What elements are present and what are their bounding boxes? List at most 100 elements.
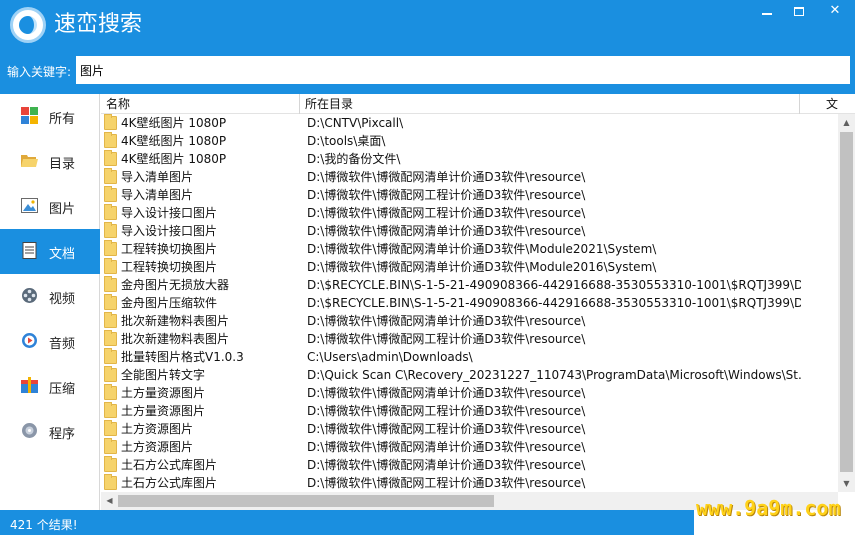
sidebar-item-documents[interactable]: 文档 xyxy=(0,229,100,274)
table-row[interactable]: 土方资源图片 D:\博微软件\博微配网工程计价通D3软件\resource\ xyxy=(101,420,838,438)
row-name: 金舟图片无损放大器 xyxy=(121,278,230,292)
sidebar-item-all[interactable]: 所有 xyxy=(0,94,100,139)
table-row[interactable]: 导入设计接口图片 D:\博微软件\博微配网工程计价通D3软件\resource\ xyxy=(101,204,838,222)
folder-icon xyxy=(104,168,117,184)
sidebar-item-label: 图片 xyxy=(49,202,76,217)
row-path: D:\$RECYCLE.BIN\S-1-5-21-490908366-44291… xyxy=(307,278,801,292)
row-name: 4K壁纸图片 1080P xyxy=(121,116,227,130)
folder-icon xyxy=(104,276,117,292)
scroll-down-icon[interactable]: ▼ xyxy=(838,475,855,492)
audio-play-icon xyxy=(22,333,37,348)
row-path: D:\博微软件\博微配网清单计价通D3软件\resource\ xyxy=(307,224,586,238)
folder-icon xyxy=(104,132,117,148)
row-path: D:\博微软件\博微配网清单计价通D3软件\resource\ xyxy=(307,440,586,454)
row-name: 导入设计接口图片 xyxy=(121,206,218,220)
folder-icon xyxy=(104,312,117,328)
row-name: 4K壁纸图片 1080P xyxy=(121,152,227,166)
table-row[interactable]: 金舟图片无损放大器 D:\$RECYCLE.BIN\S-1-5-21-490908… xyxy=(101,276,838,294)
table-row[interactable]: 工程转换切换图片 D:\博微软件\博微配网清单计价通D3软件\Module2016… xyxy=(101,258,838,276)
table-row[interactable]: 土方资源图片 D:\博微软件\博微配网清单计价通D3软件\resource\ xyxy=(101,438,838,456)
table-row[interactable]: 土石方公式库图片 D:\博微软件\博微配网工程计价通D3软件\resource\ xyxy=(101,474,838,492)
row-path: D:\博微软件\博微配网工程计价通D3软件\resource\ xyxy=(307,476,586,490)
maximize-button[interactable] xyxy=(784,0,814,24)
folder-icon xyxy=(104,240,117,256)
sidebar-item-archives[interactable]: 压缩 xyxy=(0,364,100,409)
grid-icon xyxy=(21,107,38,124)
title-bar: 速峦搜索 ✕ xyxy=(0,0,855,50)
sidebar-item-folders[interactable]: 目录 xyxy=(0,139,100,184)
sidebar-item-label: 程序 xyxy=(49,427,76,442)
sidebar-item-label: 文档 xyxy=(49,247,76,262)
column-header-type[interactable]: 文 xyxy=(800,94,855,114)
search-input[interactable] xyxy=(76,56,850,84)
folder-icon xyxy=(104,474,117,490)
row-name: 批次新建物料表图片 xyxy=(121,314,230,328)
table-row[interactable]: 土方量资源图片 D:\博微软件\博微配网工程计价通D3软件\resource\ xyxy=(101,402,838,420)
sidebar-item-label: 所有 xyxy=(49,112,76,127)
sidebar-item-video[interactable]: 视频 xyxy=(0,274,100,319)
table-row[interactable]: 工程转换切换图片 D:\博微软件\博微配网清单计价通D3软件\Module2021… xyxy=(101,240,838,258)
vertical-scroll-thumb[interactable] xyxy=(840,132,853,472)
sidebar-item-label: 目录 xyxy=(49,157,76,172)
horizontal-scroll-thumb[interactable] xyxy=(118,495,494,507)
table-row[interactable]: 4K壁纸图片 1080P D:\我的备份文件\ xyxy=(101,150,838,168)
table-row[interactable]: 导入清单图片 D:\博微软件\博微配网工程计价通D3软件\resource\ xyxy=(101,186,838,204)
sidebar-item-label: 音频 xyxy=(49,337,76,352)
folder-icon xyxy=(104,366,117,382)
table-row[interactable]: 土石方公式库图片 D:\博微软件\博微配网清单计价通D3软件\resource\ xyxy=(101,456,838,474)
row-path: D:\博微软件\博微配网清单计价通D3软件\resource\ xyxy=(307,170,586,184)
row-name: 导入清单图片 xyxy=(121,170,194,184)
column-header-name[interactable]: 名称 xyxy=(101,94,300,114)
sidebar-item-images[interactable]: 图片 xyxy=(0,184,100,229)
column-header-path[interactable]: 所在目录 xyxy=(300,94,800,114)
row-path: C:\Users\admin\Downloads\ xyxy=(307,350,473,364)
table-row[interactable]: 导入清单图片 D:\博微软件\博微配网清单计价通D3软件\resource\ xyxy=(101,168,838,186)
row-name: 工程转换切换图片 xyxy=(121,242,218,256)
program-disc-icon xyxy=(22,423,37,438)
sidebar-item-label: 视频 xyxy=(49,292,76,307)
scroll-up-icon[interactable]: ▲ xyxy=(838,114,855,131)
table-row[interactable]: 4K壁纸图片 1080P D:\CNTV\Pixcall\ xyxy=(101,114,838,132)
folder-icon xyxy=(104,114,117,130)
row-name: 导入设计接口图片 xyxy=(121,224,218,238)
category-sidebar: 所有 目录 图片 文档 视频 音频 压缩 程序 xyxy=(0,94,100,510)
folder-icon xyxy=(104,150,117,166)
folder-open-icon xyxy=(21,155,38,167)
row-name: 土方量资源图片 xyxy=(121,404,206,418)
table-row[interactable]: 全能图片转文字 D:\Quick Scan C\Recovery_20231227… xyxy=(101,366,838,384)
folder-icon xyxy=(104,402,117,418)
row-path: D:\CNTV\Pixcall\ xyxy=(307,116,404,130)
row-name: 批量转图片格式V1.0.3 xyxy=(121,350,244,364)
row-path: D:\我的备份文件\ xyxy=(307,152,401,166)
folder-icon xyxy=(104,330,117,346)
folder-icon xyxy=(104,258,117,274)
table-row[interactable]: 导入设计接口图片 D:\博微软件\博微配网清单计价通D3软件\resource\ xyxy=(101,222,838,240)
status-bar: 421 个结果! xyxy=(0,510,694,535)
table-body: 4K壁纸图片 1080P D:\CNTV\Pixcall\ 4K壁纸图片 1080P… xyxy=(101,114,838,492)
table-row[interactable]: 土方量资源图片 D:\博微软件\博微配网清单计价通D3软件\resource\ xyxy=(101,384,838,402)
row-name: 土石方公式库图片 xyxy=(121,458,218,472)
table-row[interactable]: 批次新建物料表图片 D:\博微软件\博微配网清单计价通D3软件\resource\ xyxy=(101,312,838,330)
close-button[interactable]: ✕ xyxy=(820,0,850,24)
table-header: 名称 所在目录 文 xyxy=(101,94,855,114)
minimize-icon xyxy=(762,13,772,15)
folder-icon xyxy=(104,204,117,220)
row-path: D:\Quick Scan C\Recovery_20231227_110743… xyxy=(307,368,801,382)
table-row[interactable]: 金舟图片压缩软件 D:\$RECYCLE.BIN\S-1-5-21-4909083… xyxy=(101,294,838,312)
folder-icon xyxy=(104,186,117,202)
maximize-icon xyxy=(794,7,804,16)
table-row[interactable]: 批次新建物料表图片 D:\博微软件\博微配网工程计价通D3软件\resource\ xyxy=(101,330,838,348)
sidebar-item-audio[interactable]: 音频 xyxy=(0,319,100,364)
vertical-scrollbar[interactable]: ▲ ▼ xyxy=(838,114,855,492)
minimize-button[interactable] xyxy=(752,0,782,24)
row-path: D:\博微软件\博微配网工程计价通D3软件\resource\ xyxy=(307,188,586,202)
row-path: D:\博微软件\博微配网工程计价通D3软件\resource\ xyxy=(307,422,586,436)
row-path: D:\博微软件\博微配网清单计价通D3软件\Module2021\System\ xyxy=(307,242,657,256)
picture-icon xyxy=(21,198,38,213)
archive-icon xyxy=(21,377,38,393)
table-row[interactable]: 批量转图片格式V1.0.3 C:\Users\admin\Downloads\ xyxy=(101,348,838,366)
table-row[interactable]: 4K壁纸图片 1080P D:\tools\桌面\ xyxy=(101,132,838,150)
app-logo-icon xyxy=(10,7,46,43)
sidebar-item-programs[interactable]: 程序 xyxy=(0,409,100,454)
scroll-left-icon[interactable]: ◀ xyxy=(101,492,118,510)
